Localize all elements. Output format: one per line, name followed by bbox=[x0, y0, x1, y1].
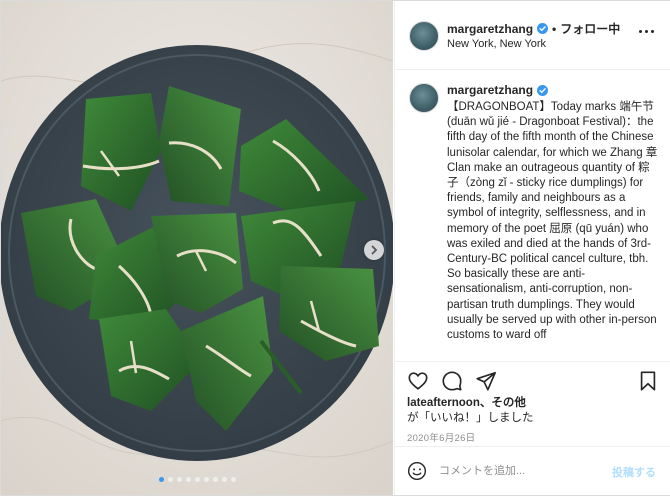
carousel-dot bbox=[194, 477, 200, 482]
comment-form: 投稿する bbox=[395, 446, 670, 496]
carousel-indicator bbox=[1, 477, 393, 482]
chevron-right-icon bbox=[371, 245, 378, 255]
caption-avatar[interactable] bbox=[409, 83, 439, 113]
post-photo[interactable] bbox=[1, 1, 393, 495]
heart-icon[interactable] bbox=[407, 370, 429, 392]
caption-scroll-area[interactable]: margaretzhang 【DRAGONBOAT】Today marks 端午… bbox=[395, 70, 670, 360]
comment-input[interactable] bbox=[439, 461, 589, 481]
bookmark-icon[interactable] bbox=[637, 370, 659, 392]
post-header: margaretzhang • フォロー中 New York, New York bbox=[395, 1, 670, 70]
smiley-icon[interactable] bbox=[407, 461, 427, 481]
paper-plane-icon[interactable] bbox=[475, 370, 497, 392]
caption-username[interactable]: margaretzhang bbox=[447, 83, 533, 97]
likes-names[interactable]: lateafternoon、その他 bbox=[407, 397, 526, 409]
likes-summary: lateafternoon、その他 が「いいね！」しました bbox=[407, 396, 534, 426]
author-avatar[interactable] bbox=[409, 21, 439, 51]
verified-badge-icon bbox=[537, 84, 549, 96]
carousel-dot bbox=[167, 477, 173, 482]
location-link[interactable]: New York, New York bbox=[447, 38, 546, 50]
carousel-dot bbox=[185, 477, 191, 482]
following-button[interactable]: フォロー中 bbox=[560, 20, 620, 37]
post-dialog: margaretzhang • フォロー中 New York, New York… bbox=[0, 0, 670, 496]
post-date[interactable]: 2020年6月26日 bbox=[407, 430, 475, 444]
verified-badge-icon bbox=[537, 23, 549, 34]
post-comment-button[interactable]: 投稿する bbox=[612, 464, 656, 480]
carousel-dot bbox=[212, 477, 218, 482]
carousel-dot bbox=[176, 477, 182, 482]
carousel-dot-active bbox=[158, 477, 164, 482]
author-username[interactable]: margaretzhang bbox=[447, 22, 533, 36]
comment-icon[interactable] bbox=[441, 370, 463, 392]
carousel-dot bbox=[230, 477, 236, 482]
more-options-icon[interactable] bbox=[636, 26, 656, 36]
post-side-panel: margaretzhang • フォロー中 New York, New York… bbox=[394, 1, 670, 495]
likes-suffix: が「いいね！」しました bbox=[407, 412, 534, 424]
carousel-dot bbox=[221, 477, 227, 482]
carousel-dot bbox=[203, 477, 209, 482]
zongzi-plate-image bbox=[1, 1, 393, 495]
carousel-next-button[interactable] bbox=[364, 240, 384, 260]
separator-dot: • bbox=[552, 21, 557, 36]
caption-text: 【DRAGONBOAT】Today marks 端午节 (duān wǔ jié… bbox=[447, 101, 658, 342]
